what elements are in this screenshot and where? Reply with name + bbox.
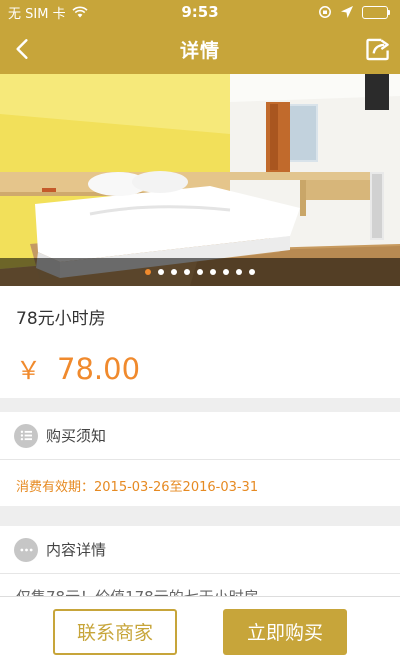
orientation-lock-icon bbox=[318, 5, 332, 19]
carousel-dot[interactable] bbox=[223, 269, 229, 275]
contact-merchant-button[interactable]: 联系商家 bbox=[53, 608, 177, 655]
carousel-dot[interactable] bbox=[197, 269, 203, 275]
carousel-dot[interactable] bbox=[236, 269, 242, 275]
status-left: 无 SIM 卡 bbox=[8, 3, 158, 22]
purchase-notes-title: 购买须知 bbox=[46, 427, 107, 445]
currency-symbol: ￥ bbox=[16, 356, 42, 385]
buy-now-button[interactable]: 立即购买 bbox=[223, 608, 347, 655]
back-button[interactable] bbox=[0, 24, 44, 74]
share-icon bbox=[365, 38, 389, 60]
carousel-dot[interactable] bbox=[210, 269, 216, 275]
content-details-title: 内容详情 bbox=[46, 541, 107, 559]
clock: 9:53 bbox=[181, 3, 219, 21]
product-card: 78元小时房 ￥ 78.00 bbox=[0, 286, 400, 398]
validity-period: 消费有效期：2015-03-26至2016-03-31 bbox=[16, 480, 259, 495]
more-dots-icon bbox=[14, 537, 38, 562]
room-photo-carousel[interactable] bbox=[0, 74, 400, 286]
carousel-dot[interactable] bbox=[184, 269, 190, 275]
status-bar: 无 SIM 卡 9:53 bbox=[0, 0, 400, 24]
list-icon bbox=[14, 423, 38, 448]
product-name: 78元小时房 bbox=[16, 309, 106, 329]
carrier-label: 无 SIM 卡 bbox=[8, 6, 66, 22]
product-price: ￥ 78.00 bbox=[16, 351, 384, 387]
content-details-header: 内容详情 bbox=[0, 526, 400, 574]
nav-bar: 详情 bbox=[0, 24, 400, 74]
purchase-notes-section: 购买须知 消费有效期：2015-03-26至2016-03-31 bbox=[0, 412, 400, 506]
hotel-room-photo bbox=[0, 74, 400, 286]
wifi-icon bbox=[72, 6, 88, 18]
chevron-left-icon bbox=[16, 39, 28, 59]
carousel-indicator bbox=[0, 258, 400, 286]
carousel-dot[interactable] bbox=[171, 269, 177, 275]
battery-icon bbox=[362, 5, 392, 19]
purchase-notes-header: 购买须知 bbox=[0, 412, 400, 460]
carousel-dot[interactable] bbox=[249, 269, 255, 275]
share-button[interactable] bbox=[356, 24, 400, 74]
page-title: 详情 bbox=[179, 39, 220, 62]
bottom-action-bar: 联系商家 立即购买 bbox=[0, 596, 400, 666]
carousel-dot[interactable] bbox=[145, 269, 151, 275]
location-arrow-icon bbox=[340, 5, 354, 19]
status-right bbox=[242, 5, 392, 19]
carousel-dot[interactable] bbox=[158, 269, 164, 275]
price-value: 78.00 bbox=[57, 352, 141, 386]
